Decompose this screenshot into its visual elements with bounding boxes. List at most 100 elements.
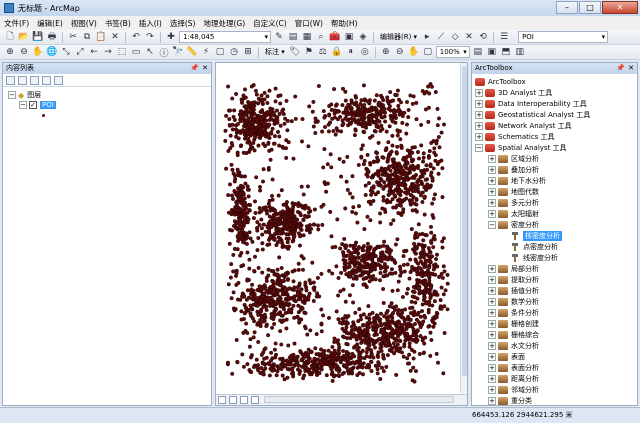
sketch-tool-icon[interactable]: ⟋ [435, 31, 447, 43]
edit-tool-icon[interactable]: ▸ [421, 31, 433, 43]
toolbox-item[interactable]: + 栅格综合 [475, 329, 637, 340]
layer-properties-icon[interactable]: ☰ [498, 31, 510, 43]
toolbox-item-expander[interactable]: + [488, 319, 496, 328]
menu-help[interactable]: 帮助(H) [331, 18, 358, 29]
toolbox-item[interactable]: + 邻域分析 [475, 384, 637, 395]
layer-visibility-checkbox[interactable]: ✓ [29, 101, 37, 109]
forward-extent-icon[interactable]: → [102, 46, 114, 58]
hyperlink-icon[interactable]: ⚡ [200, 46, 212, 58]
zoom-out-icon[interactable]: ⊖ [18, 46, 30, 58]
toolbox-item[interactable]: + Data Interoperability 工具 [475, 98, 637, 109]
toolbox-item-expander[interactable]: + [475, 88, 483, 97]
toolbox-item[interactable]: + 地图代数 [475, 186, 637, 197]
toolbox-item[interactable]: + Network Analyst 工具 [475, 120, 637, 131]
select-elements-icon[interactable]: ↖ [144, 46, 156, 58]
menu-edit[interactable]: 编辑(E) [37, 18, 63, 29]
toolbox-item-expander[interactable]: + [475, 99, 483, 108]
toolbox-item[interactable]: 线密度分析 [475, 252, 637, 263]
zoom-whole-page-icon[interactable]: ▢ [422, 46, 434, 58]
catalog-window-icon[interactable]: ▦ [301, 31, 313, 43]
undo-icon[interactable]: ↶ [130, 31, 142, 43]
refresh-icon[interactable] [240, 396, 248, 404]
measure-icon[interactable]: 📏 [186, 46, 198, 58]
minimize-button[interactable]: – [556, 1, 578, 14]
toolbox-item-expander[interactable]: − [488, 220, 496, 229]
full-extent-icon[interactable]: 🌐 [46, 46, 58, 58]
menu-file[interactable]: 文件(F) [4, 18, 29, 29]
label-manager-icon[interactable]: 🏷 [289, 46, 301, 58]
list-by-drawing-order-icon[interactable] [6, 75, 15, 85]
toolbox-item-expander[interactable]: + [488, 275, 496, 284]
label-weight-icon[interactable]: ⚖ [317, 46, 329, 58]
focus-data-frame-icon[interactable]: ▣ [486, 46, 498, 58]
map-view[interactable] [215, 62, 468, 406]
view-unplaced-icon[interactable]: ◎ [359, 46, 371, 58]
toolbox-item[interactable]: + 栅格创建 [475, 318, 637, 329]
toolbox-item-expander[interactable]: + [488, 363, 496, 372]
toolbox-item[interactable]: + 地下水分析 [475, 175, 637, 186]
toolbox-item[interactable]: + 提取分析 [475, 274, 637, 285]
data-view-icon[interactable] [218, 396, 226, 404]
menu-selection[interactable]: 选择(S) [170, 18, 196, 29]
menu-windows[interactable]: 窗口(W) [295, 18, 323, 29]
toolbox-item[interactable]: − 密度分析 [475, 219, 637, 230]
toolbox-item-expander[interactable]: + [488, 385, 496, 394]
python-window-icon[interactable]: ▣ [343, 31, 355, 43]
toolbox-item[interactable]: + Schematics 工具 [475, 131, 637, 142]
split-tool-icon[interactable]: ✕ [463, 31, 475, 43]
copy-icon[interactable]: ⧉ [81, 31, 93, 43]
arctoolbox-root-row[interactable]: ArcToolbox [475, 76, 637, 87]
toolbox-item-expander[interactable]: + [488, 341, 496, 350]
toolbox-item-expander[interactable]: + [488, 154, 496, 163]
time-slider-icon[interactable]: ◷ [228, 46, 240, 58]
list-by-visibility-icon[interactable] [30, 75, 39, 85]
html-popup-icon[interactable]: ▢ [214, 46, 226, 58]
maximize-button[interactable]: □ [579, 1, 601, 14]
create-viewer-icon[interactable]: ⊞ [242, 46, 254, 58]
delete-icon[interactable]: ✕ [109, 31, 121, 43]
layout-pan-icon[interactable]: ✋ [408, 46, 420, 58]
toolbox-item[interactable]: + 区域分析 [475, 153, 637, 164]
toolbox-item[interactable]: + Geostatistical Analyst 工具 [475, 109, 637, 120]
toc-pin-icon[interactable]: 📌 [190, 63, 199, 74]
zoom-in-icon[interactable]: ⊕ [4, 46, 16, 58]
layout-zoom-combo[interactable]: 100% [435, 46, 470, 58]
vertex-tool-icon[interactable]: ◇ [449, 31, 461, 43]
toolbox-item[interactable]: + 叠加分析 [475, 164, 637, 175]
cut-icon[interactable]: ✂ [67, 31, 79, 43]
print-icon[interactable]: 🖶 [46, 31, 58, 43]
toolbox-item-expander[interactable]: + [488, 330, 496, 339]
toolbox-item[interactable]: + 多元分析 [475, 197, 637, 208]
search-window-icon[interactable]: ⌕ [315, 31, 327, 43]
list-by-source-icon[interactable] [18, 75, 27, 85]
toc-layer-row[interactable]: − ✓ POI [8, 100, 211, 110]
toc-options-icon[interactable] [54, 75, 63, 85]
label-priority-icon[interactable]: ⚑ [303, 46, 315, 58]
select-features-icon[interactable]: ⬚ [116, 46, 128, 58]
toolbox-item-expander[interactable]: + [488, 286, 496, 295]
find-icon[interactable]: 🔭 [172, 46, 184, 58]
toolbox-item-expander[interactable]: + [488, 264, 496, 273]
toggle-draft-icon[interactable]: ▤ [472, 46, 484, 58]
fixed-zoom-in-icon[interactable]: ⤡ [60, 46, 72, 58]
labeling-menu[interactable]: 标注 ▾ [263, 47, 287, 57]
toc-layer-expander[interactable]: − [19, 101, 27, 109]
toc-window-icon[interactable]: ▤ [287, 31, 299, 43]
layout-zoom-in-icon[interactable]: ⊕ [380, 46, 392, 58]
toolbox-item[interactable]: +3D Analyst 工具 [475, 87, 637, 98]
pause-drawing-icon[interactable] [251, 396, 259, 404]
pause-labeling-icon[interactable]: ⏸ [345, 46, 357, 58]
toolbox-item[interactable]: + 重分类 [475, 395, 637, 405]
layer-select-combo[interactable]: POI [518, 31, 609, 43]
add-data-icon[interactable]: ✚ [165, 31, 177, 43]
toolbox-item[interactable]: + 表面分析 [475, 362, 637, 373]
toolbox-item[interactable]: + 表面 [475, 351, 637, 362]
menu-customize[interactable]: 自定义(C) [253, 18, 287, 29]
toolbox-item[interactable]: − Spatial Analyst 工具 [475, 142, 637, 153]
model-builder-icon[interactable]: ◈ [357, 31, 369, 43]
poi-map-canvas[interactable] [216, 63, 460, 394]
toolbox-item-expander[interactable]: − [475, 143, 483, 152]
data-driven-pages-icon[interactable]: ▥ [514, 46, 526, 58]
toolbox-item-expander[interactable]: + [488, 198, 496, 207]
new-document-icon[interactable]: 🗋 [4, 31, 16, 43]
